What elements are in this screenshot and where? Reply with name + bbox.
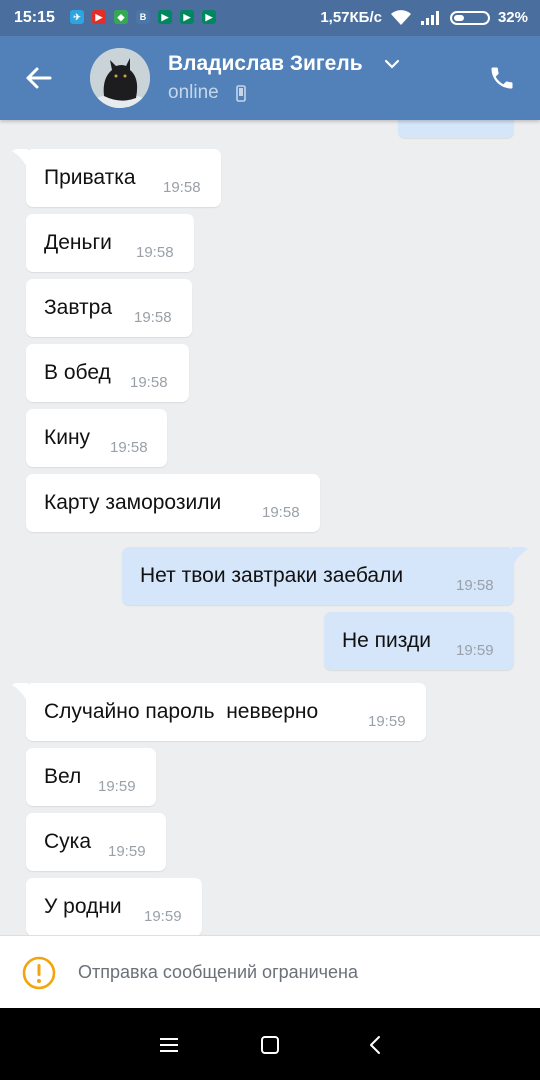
message-text: У родни: [44, 895, 122, 918]
message-time: 19:59: [108, 843, 146, 860]
message-time: 19:58: [262, 504, 300, 521]
incoming-message[interactable]: Вел 19:59: [26, 748, 156, 806]
avatar-image: [90, 48, 150, 108]
message-time: 19:58: [130, 374, 168, 391]
chat-header: Владислав Зигель online: [0, 36, 540, 120]
notification-icons: ✈ ▶ ◆ В ▶ ▶ ▶: [70, 10, 216, 24]
message-time: 19:58: [134, 309, 172, 326]
signal-icon: [420, 10, 439, 25]
chevron-down-icon[interactable]: [384, 58, 400, 70]
message-text: Вел: [44, 765, 82, 788]
message-time: 19:58: [136, 244, 174, 261]
message-text: Карту заморозили: [44, 491, 222, 514]
play-icon: ▶: [202, 10, 216, 24]
incoming-message[interactable]: Деньги 19:58: [26, 214, 194, 272]
restriction-bar: Отправка сообщений ограничена: [0, 935, 540, 1009]
message-text: В обед: [44, 361, 111, 384]
message-time: 19:59: [368, 713, 406, 730]
incoming-message[interactable]: Сука 19:59: [26, 813, 166, 871]
home-button[interactable]: [255, 1030, 285, 1060]
youtube-icon: ▶: [92, 10, 106, 24]
incoming-message[interactable]: У родни 19:59: [26, 878, 202, 935]
mobile-device-icon: [236, 85, 246, 102]
message-time: 19:58: [163, 179, 201, 196]
message-time: 19:59: [98, 778, 136, 795]
message-text: Завтра: [44, 296, 113, 319]
home-icon: [261, 1036, 279, 1054]
outgoing-message[interactable]: Нет твои завтраки заебали 19:58: [122, 547, 528, 605]
message-text: Не пизди: [342, 629, 431, 652]
message-time: 19:58: [110, 439, 148, 456]
arrow-left-icon: [26, 67, 52, 89]
message-text: Случайно пароль невверно: [44, 700, 319, 723]
vk-icon: В: [136, 10, 150, 24]
navigation-bar: [0, 1008, 540, 1080]
wifi-icon: [390, 9, 411, 25]
incoming-message[interactable]: Завтра 19:58: [26, 279, 192, 337]
menu-button[interactable]: [154, 1030, 184, 1060]
bubble-tail: [12, 683, 28, 703]
message-bubble-partial: [398, 120, 514, 138]
play-icon: ▶: [180, 10, 194, 24]
message-text: Нет твои завтраки заебали: [140, 564, 404, 587]
network-speed: 1,57КБ/с: [320, 9, 382, 26]
message-text: Сука: [44, 830, 91, 853]
phone-icon: [491, 67, 513, 89]
message-time: 19:59: [144, 908, 182, 925]
battery-percent: 32%: [497, 9, 528, 26]
incoming-message[interactable]: Кину 19:58: [26, 409, 167, 467]
status-time: 15:15: [14, 9, 55, 26]
back-button[interactable]: [18, 58, 58, 98]
battery-icon: [449, 10, 490, 25]
message-list[interactable]: Приватка 19:58 Деньги 19:58 Завтра 19:58 В обе…: [0, 120, 540, 935]
contact-status: online: [168, 82, 219, 103]
menu-icon: [160, 1038, 178, 1052]
contact-name[interactable]: Владислав Зигель: [168, 52, 363, 76]
message-time: 19:59: [456, 642, 494, 659]
message-text: Приватка: [44, 166, 136, 189]
status-bar: 15:15 ✈ ▶ ◆ В ▶ ▶ ▶ 1,57КБ/с 32%: [0, 0, 540, 36]
incoming-message[interactable]: Случайно пароль невверно 19:59: [12, 683, 426, 741]
incoming-message[interactable]: Карту заморозили 19:58: [26, 474, 320, 532]
play-icon: ▶: [158, 10, 172, 24]
incoming-message[interactable]: Приватка 19:58: [12, 149, 221, 207]
bubble-tail: [12, 149, 28, 169]
telegram-icon: ✈: [70, 10, 84, 24]
outgoing-message[interactable]: Не пизди 19:59: [324, 612, 514, 670]
message-time: 19:58: [456, 577, 494, 594]
call-button[interactable]: [484, 60, 520, 96]
avatar[interactable]: [90, 48, 150, 108]
warning-icon: [22, 956, 56, 990]
chevron-left-icon: [370, 1036, 380, 1054]
nav-back-button[interactable]: [360, 1030, 390, 1060]
message-text: Кину: [44, 426, 91, 449]
restriction-text: Отправка сообщений ограничена: [78, 962, 358, 982]
bubble-tail: [512, 547, 528, 567]
message-text: Деньги: [44, 231, 112, 254]
incoming-message[interactable]: В обед 19:58: [26, 344, 189, 402]
status-right: 1,57КБ/с 32%: [320, 9, 528, 26]
maps-icon: ◆: [114, 10, 128, 24]
